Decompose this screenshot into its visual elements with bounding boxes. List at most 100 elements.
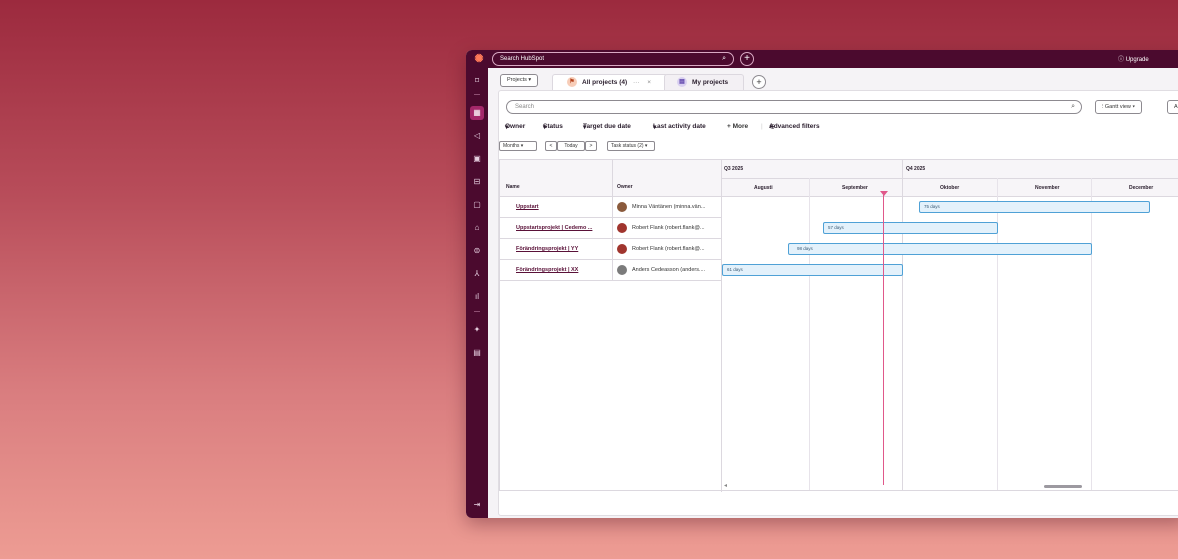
projects-dropdown-label: Projects (507, 77, 527, 83)
gantt-table: Name Owner Q3 2025 Q4 2025 Augusti Septe… (499, 159, 1178, 492)
upgrade-label: Upgrade (1125, 57, 1149, 63)
records-icon[interactable]: ▦ (470, 106, 484, 120)
gantt-bar[interactable]: 57 days (823, 222, 998, 234)
project-name-link[interactable]: Uppstartsprojekt | Cedemo ... (516, 225, 608, 231)
all-pipelines-dropdown[interactable]: All P (1167, 100, 1178, 114)
service-icon[interactable]: ▢ (470, 198, 484, 212)
last-activity-date-filter[interactable]: Last activity date ▾ (653, 123, 706, 131)
app-window: ✺ Search HubSpot ⌕ + ⓘ Upgrade ⌑ ▦ ◁ ▣ ⊟… (466, 50, 1178, 518)
project-name-link[interactable]: Förändringsprojekt | XX (516, 267, 608, 273)
chevron-down-icon: ▾ (644, 143, 648, 149)
expand-icon[interactable]: ⇥ (470, 498, 484, 512)
megaphone-icon[interactable]: ◁ (470, 129, 484, 143)
sidebar-divider (474, 94, 480, 95)
apps-icon[interactable]: ✦ (470, 323, 484, 337)
table-row[interactable]: Förändringsprojekt | XX Anders Cedeasson… (500, 260, 721, 281)
owner-cell: Robert Flank (robert.flank@... (612, 218, 721, 238)
bookmark-icon[interactable]: ⌑ (470, 74, 484, 88)
gantt-bar[interactable]: 98 days (788, 243, 1092, 255)
content-icon[interactable]: ⌂ (470, 221, 484, 235)
owner-name: Anders Cedeasson (anders.... (632, 267, 706, 273)
column-divider (612, 160, 613, 197)
search-input[interactable]: Search ⌕ (506, 100, 1082, 114)
target-due-date-filter[interactable]: Target due date ▾ (583, 123, 631, 131)
main-content: Projects ▾ ⚑ All projects (4) ··· × ▤ My p… (488, 68, 1178, 518)
avatar (617, 244, 627, 254)
next-period-button[interactable]: > (585, 141, 597, 151)
global-search-input[interactable]: Search HubSpot ⌕ (492, 52, 734, 66)
library-icon[interactable]: ▤ (470, 346, 484, 360)
table-row[interactable]: Uppstartsprojekt | Cedemo ... Robert Fla… (500, 218, 721, 239)
status-filter[interactable]: Status ▾ (543, 123, 563, 131)
chevron-down-icon: ▾ (528, 77, 532, 83)
list-icon: ▤ (677, 77, 687, 88)
owner-filter-label: Owner (505, 123, 526, 130)
sales-icon[interactable]: ▣ (470, 152, 484, 166)
month-label: December (1129, 185, 1154, 191)
tab-my-projects[interactable]: ▤ My projects (664, 74, 744, 90)
global-search-placeholder: Search HubSpot (500, 56, 545, 62)
table-row[interactable]: Förändringsprojekt | YY Robert Flank (ro… (500, 239, 721, 260)
quarter-label: Q3 2025 (724, 166, 744, 172)
owner-filter[interactable]: Owner ▾ (505, 123, 525, 131)
tab-my-projects-label: My projects (692, 79, 729, 86)
scroll-left-icon[interactable]: ◂ (724, 482, 727, 489)
task-status-label: Task status (2) (611, 143, 644, 149)
gantt-view-label: Gantt view (1104, 104, 1131, 110)
search-icon[interactable]: ⌕ (722, 53, 726, 65)
top-navigation-bar: ✺ Search HubSpot ⌕ + ⓘ Upgrade (466, 50, 1178, 68)
tab-all-projects[interactable]: ⚑ All projects (4) ··· × (552, 74, 668, 90)
data-icon[interactable]: ⊜ (470, 244, 484, 258)
previous-period-button[interactable]: < (545, 141, 557, 151)
view-tab-row: Projects ▾ ⚑ All projects (4) ··· × ▤ My p… (488, 74, 1178, 90)
more-filters-button[interactable]: + More (727, 123, 748, 130)
header-divider (722, 178, 1178, 179)
project-name-link[interactable]: Uppstart (516, 204, 608, 210)
column-header-name[interactable]: Name (506, 184, 520, 190)
reporting-icon[interactable]: ıl (470, 290, 484, 304)
automation-icon[interactable]: ⅄ (470, 267, 484, 281)
gantt-bar[interactable]: 75 days (919, 201, 1150, 213)
today-button[interactable]: Today (557, 141, 585, 151)
sidebar-divider (474, 311, 480, 312)
upgrade-button[interactable]: ⓘ Upgrade (1118, 54, 1149, 63)
table-header: Name Owner (500, 160, 721, 197)
horizontal-scrollbar[interactable] (1044, 485, 1082, 488)
owner-name: Minna Väntänen (minna.vän... (632, 204, 706, 210)
owner-name: Robert Flank (robert.flank@... (632, 225, 705, 231)
zoom-label: Months (503, 143, 520, 149)
sidebar: ⌑ ▦ ◁ ▣ ⊟ ▢ ⌂ ⊜ ⅄ ıl ✦ ▤ ⇥ (466, 68, 488, 518)
zoom-select[interactable]: Months ▾ (499, 141, 537, 151)
quarter-gridline (902, 160, 903, 490)
month-gridline (809, 178, 810, 490)
advanced-filters-label: Advanced filters (769, 123, 820, 130)
task-status-filter[interactable]: Task status (2) ▾ (607, 141, 655, 151)
quarter-label: Q4 2025 (906, 166, 926, 172)
hubspot-logo-icon[interactable]: ✺ (472, 52, 486, 66)
projects-dropdown-button[interactable]: Projects ▾ (500, 74, 539, 87)
table-timeline-divider (721, 160, 722, 492)
owner-cell: Anders Cedeasson (anders.... (612, 260, 721, 280)
search-icon[interactable]: ⌕ (1071, 101, 1075, 113)
more-options-icon[interactable]: ··· (633, 79, 640, 86)
month-label: Oktober (940, 185, 960, 191)
table-row[interactable]: Uppstart Minna Väntänen (minna.vän... (500, 197, 721, 218)
status-filter-label: Status (543, 123, 563, 130)
month-label: September (842, 185, 868, 191)
month-label: November (1035, 185, 1060, 191)
create-new-button[interactable]: + (740, 52, 754, 66)
gantt-bar[interactable]: 61 days (722, 264, 903, 276)
commerce-icon[interactable]: ⊟ (470, 175, 484, 189)
filter-divider: | (761, 123, 763, 130)
projects-icon: ⚑ (567, 77, 577, 88)
upgrade-icon: ⓘ (1118, 57, 1125, 63)
gantt-view-button[interactable]: ⫶ Gantt view ▾ (1095, 100, 1143, 114)
month-label: Augusti (754, 185, 773, 191)
avatar (617, 202, 627, 212)
close-icon[interactable]: × (647, 79, 651, 86)
add-tab-button[interactable]: + (752, 75, 766, 89)
column-header-owner[interactable]: Owner (617, 184, 633, 190)
project-name-link[interactable]: Förändringsprojekt | YY (516, 246, 608, 252)
projects-panel: Search ⌕ ⫶ Gantt view ▾ All P Owner ▾ St… (498, 90, 1178, 516)
owner-cell: Minna Väntänen (minna.vän... (612, 197, 721, 217)
